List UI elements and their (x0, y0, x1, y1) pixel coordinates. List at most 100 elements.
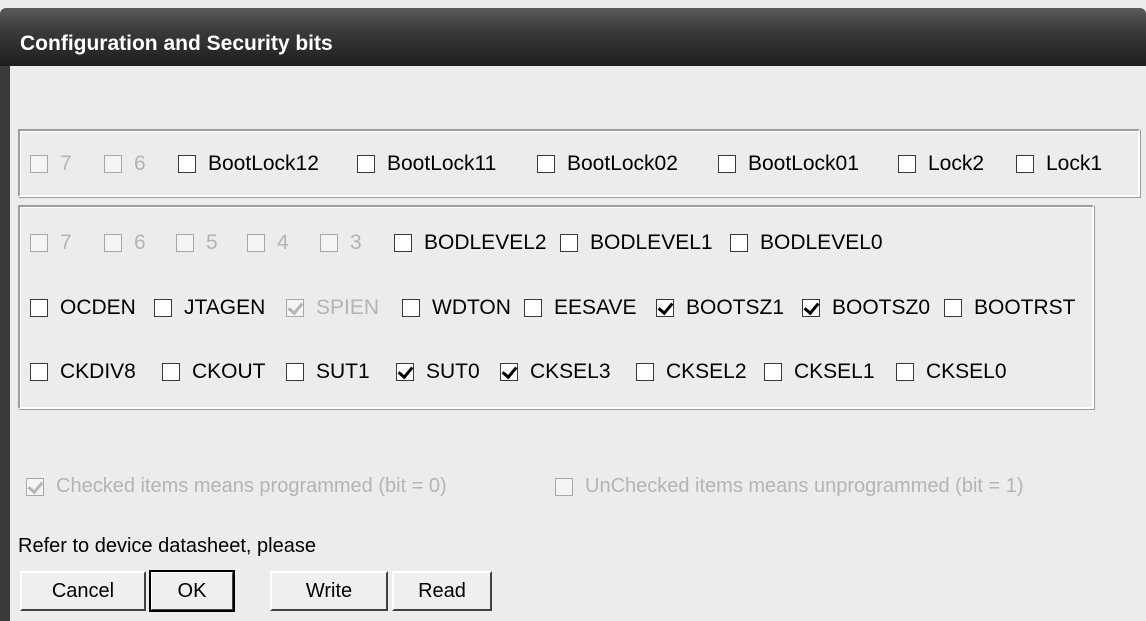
fuse-bit-cksel2-label: CKSEL2 (666, 360, 747, 383)
lock-bit-bootlock12[interactable]: BootLock12 (178, 152, 319, 176)
fuse-bit-7-label: 7 (60, 231, 72, 254)
legend-unchecked: UnChecked items means unprogrammed (bit … (555, 475, 1024, 498)
fuse-bit-cksel1-checkbox[interactable] (764, 363, 782, 381)
lock-bit-bootlock12-checkbox[interactable] (178, 155, 196, 173)
fuse-bit-ckout-label: CKOUT (192, 360, 266, 383)
fuse-bit-bodlevel0[interactable]: BODLEVEL0 (730, 231, 883, 255)
fuse-bit-3: 3 (320, 231, 362, 255)
cancel-button[interactable]: Cancel (20, 571, 146, 611)
fuse-bit-ocden[interactable]: OCDEN (30, 296, 136, 320)
fuse-bit-5-label: 5 (206, 231, 218, 254)
lock-bit-bootlock01[interactable]: BootLock01 (718, 152, 859, 176)
fuse-bit-wdton-checkbox[interactable] (402, 299, 420, 317)
fuse-bit-ckout-checkbox[interactable] (162, 363, 180, 381)
legend-checked-label: Checked items means programmed (bit = 0) (56, 475, 447, 497)
legend-unchecked-checkbox (555, 477, 573, 496)
fuse-bit-spien-label: SPIEN (316, 296, 380, 319)
lock-bit-lock1-checkbox[interactable] (1016, 155, 1034, 173)
lock-bit-7-label: 7 (60, 152, 72, 175)
lock-bit-bootlock02-label: BootLock02 (567, 152, 678, 175)
lock-bit-bootlock01-checkbox[interactable] (718, 155, 736, 173)
checkmark-icon (287, 298, 304, 316)
lock-bit-6: 6 (104, 152, 146, 176)
fuse-bit-sut0-checkbox[interactable] (396, 362, 414, 381)
lock-bit-bootlock01-label: BootLock01 (748, 152, 859, 175)
fuse-bit-bootsz1-checkbox[interactable] (656, 298, 674, 317)
lock-bit-bootlock11-checkbox[interactable] (357, 155, 375, 173)
checkmark-icon (501, 362, 518, 380)
config-security-dialog: Configuration and Security bits 7 6 BootLo… (0, 0, 1146, 621)
fuse-bit-eesave-checkbox[interactable] (524, 299, 542, 317)
lock-bit-bootlock11-label: BootLock11 (387, 152, 497, 175)
fuse-bit-bootrst[interactable]: BOOTRST (944, 296, 1076, 320)
fuse-bit-cksel2-checkbox[interactable] (636, 363, 654, 381)
fuse-bit-ckdiv8-checkbox[interactable] (30, 363, 48, 381)
fuse-bit-sut0-label: SUT0 (426, 360, 480, 383)
fuse-bit-bodlevel1-label: BODLEVEL1 (590, 231, 713, 254)
fuse-bit-6-checkbox (104, 234, 122, 252)
fuse-bit-spien: SPIEN (286, 296, 379, 320)
fuse-bit-cksel0-label: CKSEL0 (926, 360, 1007, 383)
fuse-bit-cksel3[interactable]: CKSEL3 (500, 360, 611, 384)
fuse-bit-ocden-checkbox[interactable] (30, 299, 48, 317)
datasheet-hint: Refer to device datasheet, please (18, 535, 316, 557)
fuse-bit-bodlevel2[interactable]: BODLEVEL2 (394, 231, 547, 255)
legend-checked-checkbox (26, 477, 44, 496)
lock-bit-6-checkbox (104, 155, 122, 173)
fuse-bit-4: 4 (247, 231, 289, 255)
lock-bit-lock1[interactable]: Lock1 (1016, 152, 1102, 176)
fuse-bit-bootsz1[interactable]: BOOTSZ1 (656, 296, 784, 320)
lock-bit-lock2-checkbox[interactable] (898, 155, 916, 173)
lock-bit-bootlock02[interactable]: BootLock02 (537, 152, 678, 176)
fuse-bit-bodlevel2-checkbox[interactable] (394, 234, 412, 252)
fuse-bit-cksel0-checkbox[interactable] (896, 363, 914, 381)
fuse-bit-ckout[interactable]: CKOUT (162, 360, 266, 384)
fuse-bit-jtagen[interactable]: JTAGEN (154, 296, 265, 320)
fuse-bit-sut1-checkbox[interactable] (286, 363, 304, 381)
fuse-bit-eesave-label: EESAVE (554, 296, 637, 319)
fuse-bit-bodlevel1-checkbox[interactable] (560, 234, 578, 252)
fuse-bit-bodlevel1[interactable]: BODLEVEL1 (560, 231, 713, 255)
fuse-bit-jtagen-checkbox[interactable] (154, 299, 172, 317)
fuse-bit-3-label: 3 (350, 231, 362, 254)
fuse-bit-bodlevel0-checkbox[interactable] (730, 234, 748, 252)
lock-bit-bootlock11[interactable]: BootLock11 (357, 152, 496, 176)
fuse-bit-ckdiv8-label: CKDIV8 (60, 360, 136, 383)
fuse-bit-spien-checkbox (286, 298, 304, 317)
fuse-bit-3-checkbox (320, 234, 338, 252)
checkmark-icon (803, 298, 820, 316)
lock-bit-lock2-label: Lock2 (928, 152, 985, 175)
lock-bit-bootlock02-checkbox[interactable] (537, 155, 555, 173)
fuse-bit-sut1-label: SUT1 (316, 360, 370, 383)
fuse-bit-ckdiv8[interactable]: CKDIV8 (30, 360, 136, 384)
checkmark-icon (657, 298, 674, 316)
fuse-bit-wdton[interactable]: WDTON (402, 296, 511, 320)
fuse-bit-6-label: 6 (134, 231, 146, 254)
fuse-bit-bodlevel2-label: BODLEVEL2 (424, 231, 547, 254)
lock-bit-lock2[interactable]: Lock2 (898, 152, 984, 176)
title-bar[interactable]: Configuration and Security bits (0, 8, 1146, 66)
fuse-bit-jtagen-label: JTAGEN (184, 296, 266, 319)
fuse-bit-bootrst-label: BOOTRST (974, 296, 1076, 319)
read-button[interactable]: Read (392, 571, 492, 611)
ok-button[interactable]: OK (149, 570, 235, 612)
fuse-bit-5-checkbox (176, 234, 194, 252)
fuse-bit-sut0[interactable]: SUT0 (396, 360, 480, 384)
fuse-bit-eesave[interactable]: EESAVE (524, 296, 636, 320)
fuse-bit-bootrst-checkbox[interactable] (944, 299, 962, 317)
fuse-bit-cksel2[interactable]: CKSEL2 (636, 360, 747, 384)
fuse-bit-bootsz1-label: BOOTSZ1 (686, 296, 785, 319)
fuse-bit-bootsz0[interactable]: BOOTSZ0 (802, 296, 930, 320)
fuse-bit-6: 6 (104, 231, 146, 255)
write-button[interactable]: Write (270, 571, 388, 611)
fuse-bit-cksel1[interactable]: CKSEL1 (764, 360, 875, 384)
legend-unchecked-label: UnChecked items means unprogrammed (bit … (585, 475, 1024, 497)
window-frame-left (0, 66, 10, 621)
fuse-bit-wdton-label: WDTON (432, 296, 511, 319)
lock-bit-7: 7 (30, 152, 72, 176)
fuse-bit-sut1[interactable]: SUT1 (286, 360, 370, 384)
lock-bit-lock1-label: Lock1 (1046, 152, 1103, 175)
fuse-bit-bootsz0-checkbox[interactable] (802, 298, 820, 317)
fuse-bit-cksel0[interactable]: CKSEL0 (896, 360, 1007, 384)
fuse-bit-cksel3-checkbox[interactable] (500, 362, 518, 381)
